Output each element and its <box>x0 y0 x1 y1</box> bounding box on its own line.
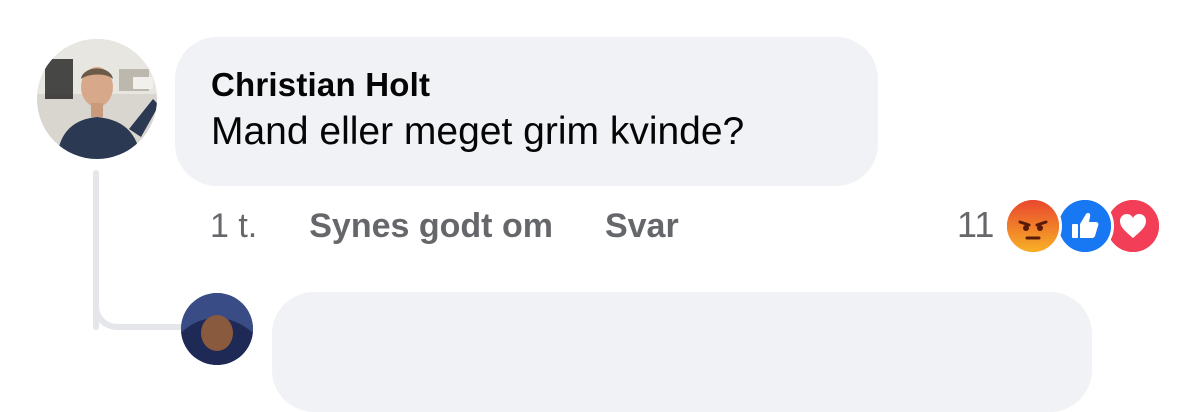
reply-avatar[interactable] <box>181 293 253 365</box>
reactions-summary[interactable]: 11 <box>957 197 1163 255</box>
comment-actions: 1 t. Synes godt om Svar <box>210 203 679 249</box>
angry-reaction-icon <box>1004 197 1063 255</box>
comment-author[interactable]: Christian Holt <box>211 65 878 105</box>
reaction-count: 11 <box>957 204 995 245</box>
reaction-icons <box>1004 197 1163 255</box>
thread-connector <box>93 270 183 330</box>
comment-timestamp[interactable]: 1 t. <box>210 207 257 246</box>
comment-bubble: Christian Holt Mand eller meget grim kvi… <box>175 37 878 186</box>
comment-text: Mand eller meget grim kvinde? <box>211 110 745 153</box>
avatar[interactable] <box>37 39 157 159</box>
reply-comment-bubble <box>272 292 1092 412</box>
reply-button[interactable]: Svar <box>605 207 679 246</box>
like-button[interactable]: Synes godt om <box>309 207 553 246</box>
like-reaction-icon <box>1056 197 1115 255</box>
